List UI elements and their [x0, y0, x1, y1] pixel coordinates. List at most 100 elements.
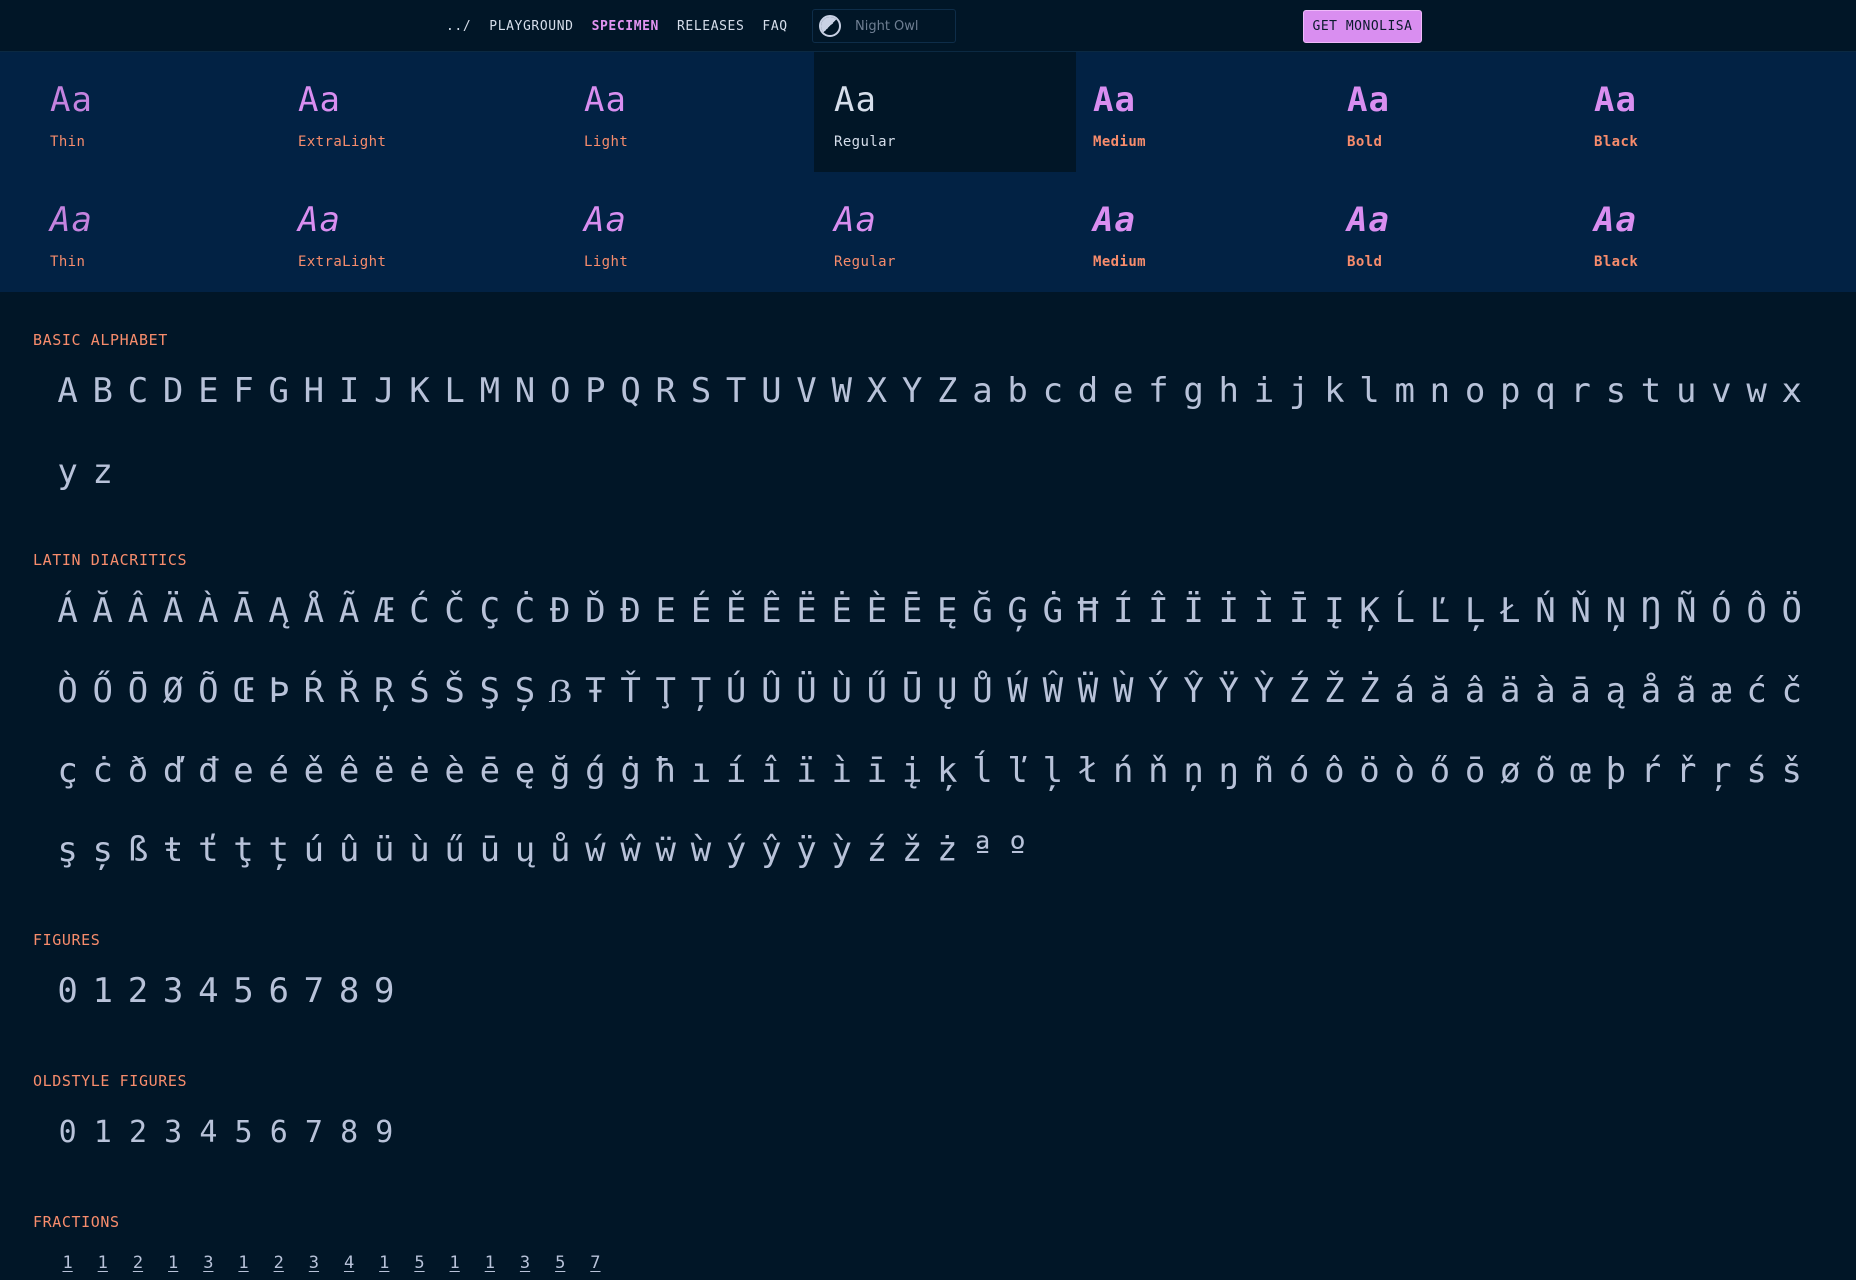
glyph: G — [268, 371, 289, 411]
theme-contrast-icon — [819, 15, 841, 37]
weight-medium[interactable]: Aa Medium — [1043, 52, 1305, 172]
glyph: 9 — [374, 971, 395, 1011]
nav-link-parent[interactable]: ../ — [446, 19, 471, 34]
glyph: ª — [972, 830, 993, 870]
glyph: 6 — [269, 1115, 288, 1150]
glyph: Ċ — [514, 591, 536, 631]
weight-thin[interactable]: Aa Thin — [0, 52, 262, 172]
weight-light-italic[interactable]: Aa Light — [534, 172, 796, 292]
glyph: Æ — [374, 591, 395, 631]
glyph: ŕ — [1640, 751, 1662, 791]
weight-bold[interactable]: Aa Bold — [1297, 52, 1559, 172]
glyph-row: ABCDEFGHIJKLMNOPQRSTUVWXYZabcdefghijklmn… — [50, 374, 1809, 408]
glyph: Ŗ — [374, 671, 395, 711]
glyph: x — [1781, 371, 1803, 411]
glyph: M — [479, 371, 501, 411]
section-title-latin-diacritics: LATIN DIACRITICS — [33, 551, 188, 569]
glyph: ý — [725, 830, 747, 870]
glyph: l — [1359, 371, 1380, 411]
weight-thin-italic[interactable]: Aa Thin — [0, 172, 262, 292]
glyph: Ľ — [1429, 591, 1451, 631]
glyph: A — [57, 371, 78, 411]
glyph: Ẁ — [1112, 671, 1134, 711]
weight-regular[interactable]: Aa Regular — [814, 52, 1076, 172]
get-monolisa-button[interactable]: GET MONOLISA — [1303, 10, 1422, 43]
glyph: Ú — [725, 671, 747, 711]
glyph: ę — [514, 751, 536, 791]
glyph: Ů — [972, 671, 993, 711]
glyph: œ — [1570, 751, 1591, 791]
fraction-glyph: 1 — [379, 1253, 390, 1273]
glyph: R — [655, 371, 677, 411]
nav-link-specimen[interactable]: SPECIMEN — [592, 19, 659, 34]
weight-extralight[interactable]: Aa ExtraLight — [248, 52, 510, 172]
weight-black[interactable]: Aa Black — [1544, 52, 1806, 172]
section-title-figures: FIGURES — [33, 931, 101, 949]
weight-light[interactable]: Aa Light — [534, 52, 796, 172]
fraction-glyph: 1 — [62, 1253, 73, 1273]
weight-label: ExtraLight — [298, 134, 387, 150]
glyph: Ě — [725, 591, 747, 631]
glyph: ř — [1675, 751, 1697, 791]
glyph: Ò — [57, 671, 78, 711]
glyph: n — [1429, 371, 1451, 411]
nav-link-faq[interactable]: FAQ — [762, 19, 787, 34]
nav-link-releases[interactable]: RELEASES — [677, 19, 744, 34]
weight-extralight-italic[interactable]: Aa ExtraLight — [248, 172, 510, 292]
fraction-glyph: 1 — [97, 1253, 108, 1273]
glyph: 1 — [92, 971, 114, 1011]
glyph: É — [690, 591, 712, 631]
weight-label: Bold — [1347, 254, 1383, 270]
glyph: Ł — [1500, 591, 1521, 631]
glyph: ú — [303, 830, 325, 870]
glyph: ẁ — [690, 830, 712, 870]
glyph: ș — [92, 830, 114, 870]
glyph: ă — [1429, 671, 1451, 711]
glyph: B — [92, 371, 114, 411]
glyph: Ġ — [1042, 591, 1064, 631]
theme-select[interactable]: Night Owl — [812, 9, 956, 43]
weight-bold-italic[interactable]: Aa Bold — [1297, 172, 1559, 292]
glyph: é — [268, 751, 289, 791]
weight-label: Black — [1594, 134, 1639, 150]
glyph: X — [866, 371, 888, 411]
glyph: p — [1500, 371, 1521, 411]
glyph: ó — [1288, 751, 1310, 791]
weight-regular-italic[interactable]: Aa Regular — [784, 172, 1046, 292]
weight-sample: Aa — [1347, 200, 1390, 240]
glyph: Ń — [1535, 591, 1556, 631]
glyph: D — [162, 371, 184, 411]
glyph: Ķ — [1359, 591, 1380, 631]
weight-sample: Aa — [1347, 80, 1390, 120]
glyph: Ħ — [1077, 591, 1099, 631]
glyph: ď — [162, 751, 184, 791]
glyph: ġ — [620, 751, 641, 791]
glyph: H — [303, 371, 325, 411]
glyph: 8 — [338, 971, 360, 1011]
glyph: Ÿ — [1218, 671, 1240, 711]
weight-medium-italic[interactable]: Aa Medium — [1043, 172, 1305, 292]
nav-link-playground[interactable]: PLAYGROUND — [489, 19, 573, 34]
glyph: ķ — [937, 751, 958, 791]
glyph: ı — [690, 751, 712, 791]
glyph: æ — [1711, 671, 1732, 711]
weight-sample: Aa — [50, 80, 93, 120]
weight-sample: Aa — [1594, 200, 1637, 240]
glyph: ğ — [549, 751, 571, 791]
glyph: ẞ — [548, 671, 573, 711]
weight-black-italic[interactable]: Aa Black — [1544, 172, 1806, 292]
glyph: Œ — [233, 671, 254, 711]
glyph: t — [1640, 371, 1662, 411]
glyph: ć — [1746, 671, 1767, 711]
glyph: Ï — [1183, 591, 1204, 631]
glyph: Ý — [1148, 671, 1169, 711]
glyph: ů — [549, 830, 571, 870]
glyph: Ę — [937, 591, 958, 631]
glyph: ẃ — [585, 830, 606, 870]
glyph: ī — [866, 751, 888, 791]
glyph: ŷ — [761, 830, 782, 870]
glyph: 4 — [198, 971, 219, 1011]
fraction-glyph: 1 — [238, 1253, 249, 1273]
glyph: ç — [57, 751, 78, 791]
glyph: Í — [1112, 591, 1134, 631]
